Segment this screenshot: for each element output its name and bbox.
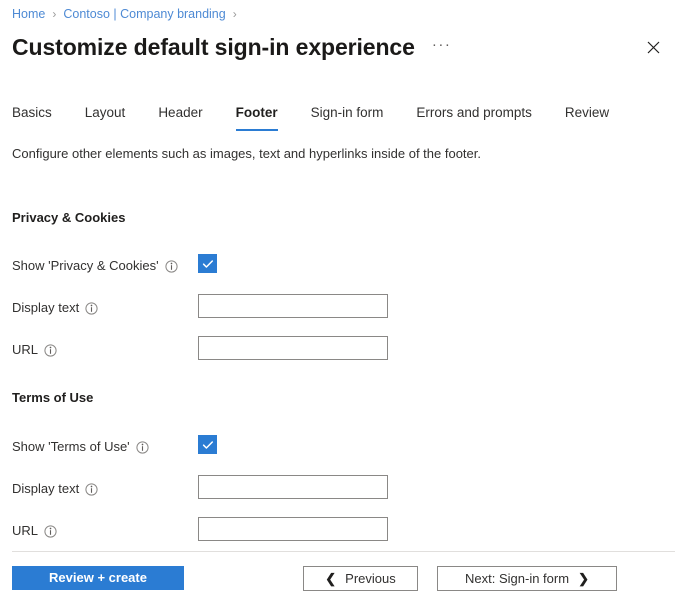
field-label-privacy-display-text: Display text — [12, 300, 80, 315]
breadcrumb-item-home[interactable]: Home — [12, 6, 45, 22]
next-button-label: Next: Sign-in form — [465, 571, 570, 586]
section-heading-terms-of-use: Terms of Use — [12, 390, 94, 405]
chevron-left-icon: ❮ — [325, 571, 337, 586]
field-row-show-privacy-cookies: Show 'Privacy & Cookies' — [12, 254, 178, 278]
review-create-button[interactable]: Review + create — [12, 566, 184, 590]
info-icon[interactable] — [136, 440, 149, 454]
field-label-show-privacy-cookies: Show 'Privacy & Cookies' — [12, 258, 159, 273]
input-terms-url[interactable] — [198, 517, 388, 541]
tab-sign-in-form[interactable]: Sign-in form — [311, 104, 384, 131]
page-title: Customize default sign-in experience — [12, 34, 415, 60]
wizard-action-bar: Review + create ❮ Previous Next: Sign-in… — [0, 552, 685, 595]
input-terms-display-text[interactable] — [198, 475, 388, 499]
field-label-terms-display-text: Display text — [12, 481, 80, 496]
next-button[interactable]: Next: Sign-in form ❯ — [437, 566, 617, 591]
info-icon[interactable] — [44, 524, 57, 538]
checkbox-show-privacy-cookies[interactable] — [198, 254, 217, 273]
field-row-show-terms-of-use: Show 'Terms of Use' — [12, 435, 149, 459]
checkbox-show-terms-of-use[interactable] — [198, 435, 217, 454]
tab-footer[interactable]: Footer — [235, 104, 278, 131]
field-row-privacy-display-text: Display text — [12, 296, 98, 320]
tab-layout[interactable]: Layout — [85, 104, 126, 131]
chevron-right-icon: ❯ — [578, 571, 589, 586]
tab-review[interactable]: Review — [565, 104, 609, 131]
title-row: Customize default sign-in experience ··· — [12, 30, 675, 64]
info-icon[interactable] — [85, 482, 98, 496]
tab-description: Configure other elements such as images,… — [12, 146, 481, 161]
previous-button-label: Previous — [345, 571, 396, 586]
field-row-terms-url: URL — [12, 519, 57, 543]
breadcrumb-separator-icon: › — [52, 7, 57, 21]
input-privacy-url[interactable] — [198, 336, 388, 360]
section-heading-privacy-cookies: Privacy & Cookies — [12, 210, 126, 225]
info-icon[interactable] — [164, 259, 178, 273]
close-icon[interactable] — [639, 33, 667, 61]
tab-basics[interactable]: Basics — [12, 104, 52, 131]
more-options-icon[interactable]: ··· — [429, 36, 455, 54]
field-row-privacy-url: URL — [12, 338, 57, 362]
field-row-terms-display-text: Display text — [12, 477, 98, 501]
field-label-terms-url: URL — [12, 523, 39, 538]
breadcrumb-item-company-branding[interactable]: Contoso | Company branding — [63, 6, 225, 22]
breadcrumb: Home › Contoso | Company branding › — [12, 6, 244, 22]
input-privacy-display-text[interactable] — [198, 294, 388, 318]
field-label-privacy-url: URL — [12, 342, 39, 357]
tab-errors-and-prompts[interactable]: Errors and prompts — [416, 104, 532, 131]
info-icon[interactable] — [85, 301, 98, 315]
breadcrumb-separator-icon: › — [232, 7, 237, 21]
tab-header[interactable]: Header — [158, 104, 202, 131]
previous-button[interactable]: ❮ Previous — [303, 566, 418, 591]
info-icon[interactable] — [44, 343, 57, 357]
field-label-show-terms-of-use: Show 'Terms of Use' — [12, 439, 130, 454]
tab-bar: Basics Layout Header Footer Sign-in form… — [12, 104, 609, 131]
